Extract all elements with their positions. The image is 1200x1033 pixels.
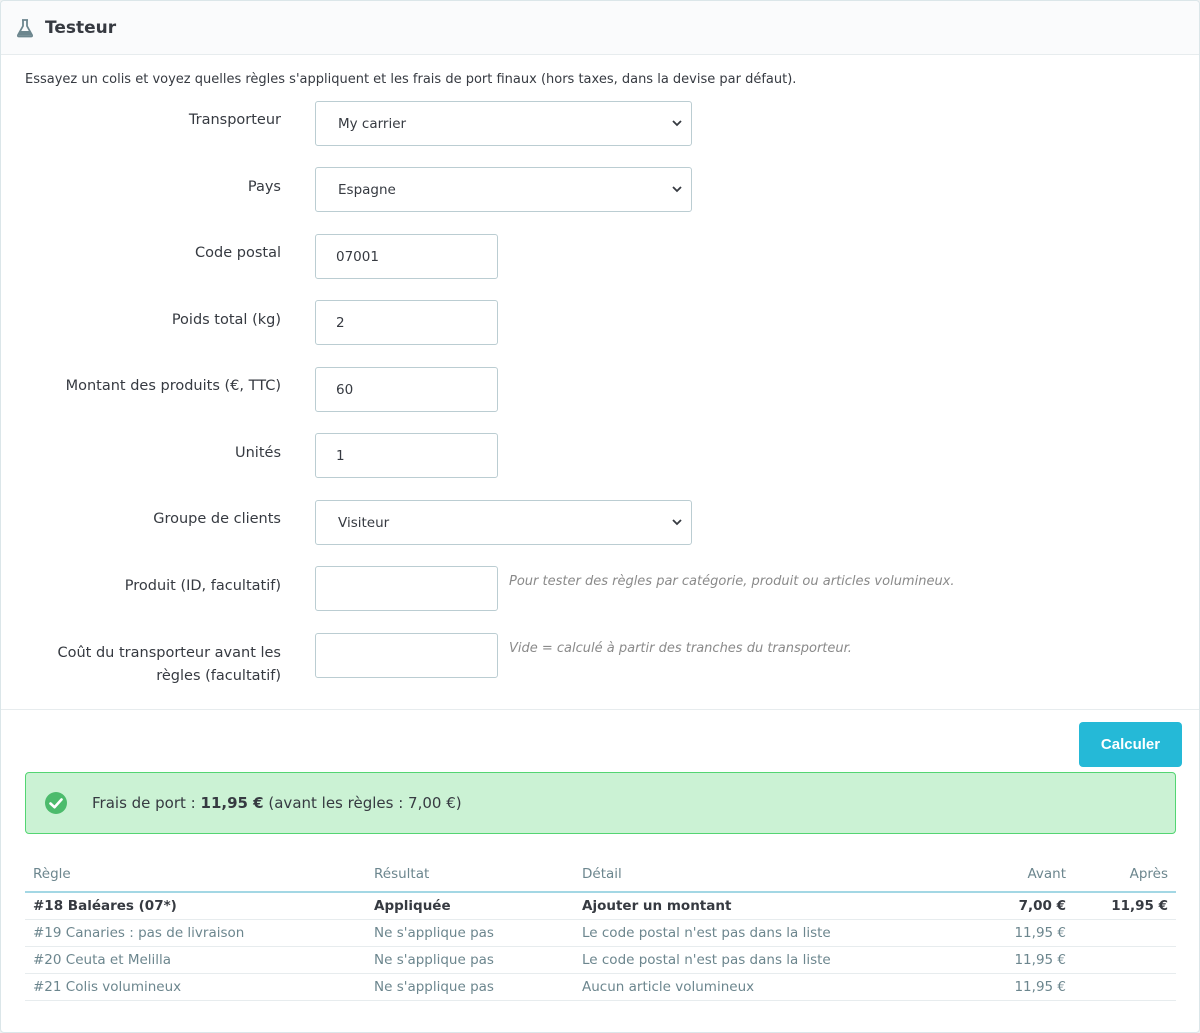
cell-rule: #21 Colis volumineux xyxy=(25,973,366,1001)
result-prefix: Frais de port : xyxy=(92,794,201,812)
cell-detail: Le code postal n'est pas dans la liste xyxy=(574,919,954,947)
postcode-input[interactable]: 07001 xyxy=(315,234,498,279)
cell-before: 11,95 € xyxy=(954,973,1074,1001)
cell-detail: Aucun article volumineux xyxy=(574,973,954,1001)
flask-icon xyxy=(15,17,35,39)
amount-input[interactable]: 60 xyxy=(315,367,498,412)
footer-divider xyxy=(1,709,1199,710)
carrier-value: My carrier xyxy=(338,115,407,132)
cell-result: Appliquée xyxy=(366,892,574,920)
cell-detail: Ajouter un montant xyxy=(574,892,954,920)
cell-result: Ne s'applique pas xyxy=(366,946,574,974)
cell-result: Ne s'applique pas xyxy=(366,973,574,1001)
product-help: Pour tester des règles par catégorie, pr… xyxy=(509,574,955,589)
cell-after xyxy=(1074,973,1176,1001)
carrier-select[interactable]: My carrier xyxy=(315,101,692,146)
result-total: 11,95 € xyxy=(200,794,264,812)
table-row: #20 Ceuta et Melilla Ne s'applique pas L… xyxy=(25,946,1176,974)
header-rule: Règle xyxy=(25,856,366,893)
table-row: #21 Colis volumineux Ne s'applique pas A… xyxy=(25,973,1176,1001)
check-circle-icon xyxy=(45,792,67,814)
carrier-cost-label-line2: règles (facultatif) xyxy=(156,668,281,684)
chevron-down-icon xyxy=(672,120,682,127)
product-label: Produit (ID, facultatif) xyxy=(124,578,281,594)
rules-table: Règle Résultat Détail Avant Après #18 Ba… xyxy=(25,856,1176,1001)
carrier-cost-input[interactable] xyxy=(315,633,498,678)
table-header-row: Règle Résultat Détail Avant Après xyxy=(25,856,1176,893)
table-row: #18 Baléares (07*) Appliquée Ajouter un … xyxy=(25,892,1176,920)
chevron-down-icon xyxy=(672,519,682,526)
carrier-label: Transporteur xyxy=(188,112,281,128)
table-row: #19 Canaries : pas de livraison Ne s'app… xyxy=(25,919,1176,947)
postcode-label: Code postal xyxy=(195,245,281,261)
country-select[interactable]: Espagne xyxy=(315,167,692,212)
carrier-cost-label: Coût du transporteur avant les règles (f… xyxy=(0,642,281,688)
country-value: Espagne xyxy=(338,181,396,198)
carrier-cost-help: Vide = calculé à partir des tranches du … xyxy=(509,641,852,656)
panel-heading: Testeur xyxy=(1,1,1199,55)
units-input[interactable]: 1 xyxy=(315,433,498,478)
cell-rule: #19 Canaries : pas de livraison xyxy=(25,919,366,947)
calculate-button[interactable]: Calculer xyxy=(1079,722,1182,767)
cell-after xyxy=(1074,946,1176,974)
cell-before: 11,95 € xyxy=(954,946,1074,974)
cell-after: 11,95 € xyxy=(1074,892,1176,920)
chevron-down-icon xyxy=(672,186,682,193)
cell-rule: #18 Baléares (07*) xyxy=(25,892,366,920)
group-value: Visiteur xyxy=(338,514,390,531)
cell-after xyxy=(1074,919,1176,947)
header-before: Avant xyxy=(954,856,1074,893)
tester-panel: Testeur Essayez un colis et voyez quelle… xyxy=(0,0,1200,1033)
product-input[interactable] xyxy=(315,566,498,611)
weight-label: Poids total (kg) xyxy=(171,312,281,328)
amount-label: Montant des produits (€, TTC) xyxy=(65,378,281,394)
carrier-cost-label-line1: Coût du transporteur avant les xyxy=(57,645,281,661)
header-after: Après xyxy=(1074,856,1176,893)
header-result: Résultat xyxy=(366,856,574,893)
country-label: Pays xyxy=(247,179,281,195)
result-suffix: (avant les règles : 7,00 €) xyxy=(263,794,462,812)
cell-before: 11,95 € xyxy=(954,919,1074,947)
cell-detail: Le code postal n'est pas dans la liste xyxy=(574,946,954,974)
intro-text: Essayez un colis et voyez quelles règles… xyxy=(25,72,797,87)
group-label: Groupe de clients xyxy=(153,511,281,527)
result-text: Frais de port : 11,95 € (avant les règle… xyxy=(92,794,462,812)
header-detail: Détail xyxy=(574,856,954,893)
units-label: Unités xyxy=(235,445,281,461)
cell-result: Ne s'applique pas xyxy=(366,919,574,947)
group-select[interactable]: Visiteur xyxy=(315,500,692,545)
weight-input[interactable]: 2 xyxy=(315,300,498,345)
cell-before: 7,00 € xyxy=(954,892,1074,920)
result-alert: Frais de port : 11,95 € (avant les règle… xyxy=(25,772,1176,834)
cell-rule: #20 Ceuta et Melilla xyxy=(25,946,366,974)
panel-title: Testeur xyxy=(45,17,117,38)
